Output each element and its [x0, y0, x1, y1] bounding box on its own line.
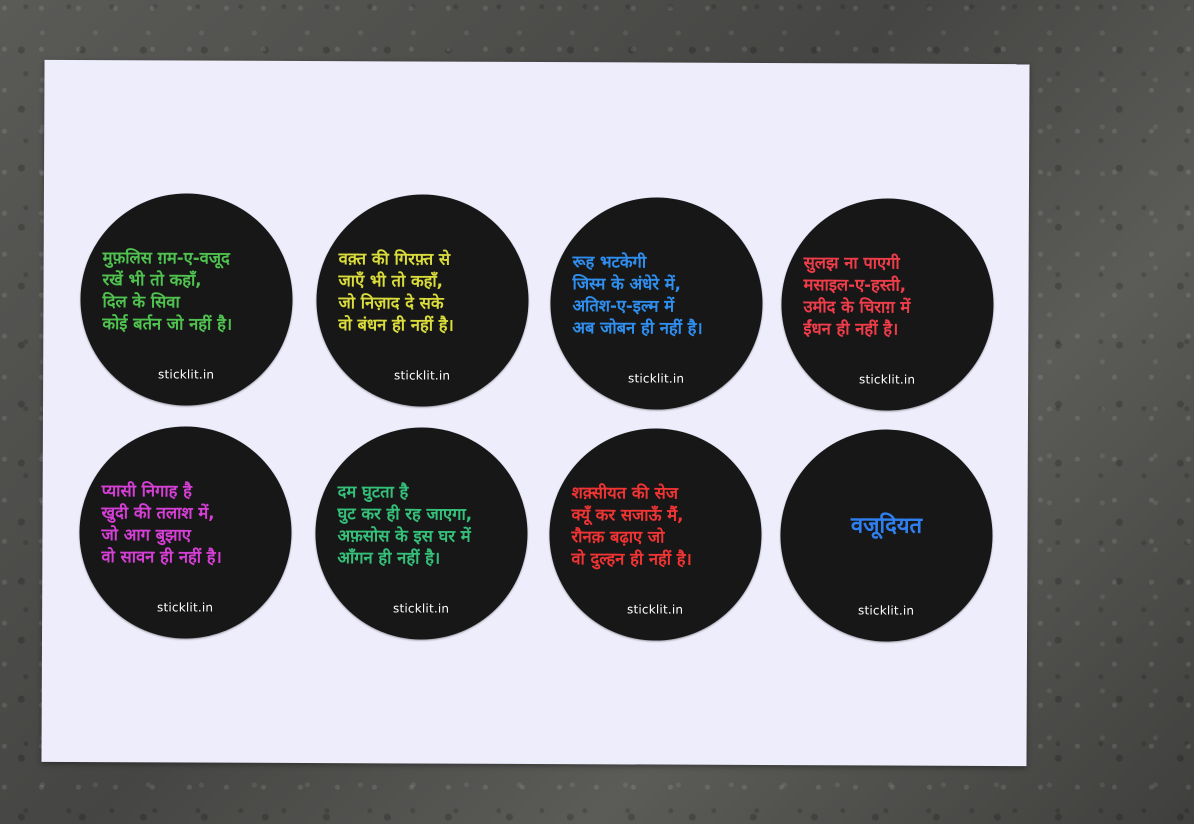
sticker-site-label: sticklit.in [627, 602, 684, 617]
sticker-6: दम घुटता है घुट कर ही रह जाएगा, अफ़सोस क… [315, 427, 528, 640]
sticker-poem: वक़्त की गिरफ़्त से जाएँ भी तो कहाँ, जो … [338, 249, 454, 335]
poster-sheet: मुफ़लिस ग़म-ए-वजूद रखें भी तो कहाँ, दिल … [41, 59, 1030, 767]
sticker-site-label: sticklit.in [394, 368, 451, 383]
sticker-1: मुफ़लिस ग़म-ए-वजूद रखें भी तो कहाँ, दिल … [80, 193, 293, 406]
sticker-site-label: sticklit.in [628, 371, 685, 386]
sticker-poem: सुलझ ना पाएगी मसाइल-ए-हस्ती, उमीद के चिर… [803, 253, 911, 339]
sticker-site-label: sticklit.in [859, 372, 916, 387]
sticker-2: वक़्त की गिरफ़्त से जाएँ भी तो कहाँ, जो … [316, 194, 529, 407]
sticker-8: वजूदियत sticklit.in [780, 429, 993, 642]
sticker-4: सुलझ ना पाएगी मसाइल-ए-हस्ती, उमीद के चिर… [781, 198, 994, 411]
sticker-poem: दम घुटता है घुट कर ही रह जाएगा, अफ़सोस क… [337, 482, 473, 568]
sticker-site-label: sticklit.in [858, 603, 915, 618]
sticker-3: रूह भटकेगी जिस्म के अंधेरे में, अतिश-ए-इ… [550, 197, 763, 410]
sticker-site-label: sticklit.in [158, 367, 215, 382]
sticker-poem: रूह भटकेगी जिस्म के अंधेरे में, अतिश-ए-इ… [572, 252, 703, 338]
sticker-site-label: sticklit.in [393, 601, 450, 616]
sticker-poem: प्यासी निगाह है खुदी की तलाश में, जो आग … [101, 481, 222, 567]
sticker-5: प्यासी निगाह है खुदी की तलाश में, जो आग … [79, 426, 292, 639]
sticker-7: शक़्सीयत की सेज क्यूँ कर सजाऊँ मैं, रौनक… [549, 428, 762, 641]
sticker-poem: शक़्सीयत की सेज क्यूँ कर सजाऊँ मैं, रौनक… [571, 483, 692, 569]
sticker-poem: मुफ़लिस ग़म-ए-वजूद रखें भी तो कहाँ, दिल … [102, 248, 233, 334]
sticker-site-label: sticklit.in [157, 600, 214, 615]
sticker-title: वजूदियत [850, 513, 923, 539]
